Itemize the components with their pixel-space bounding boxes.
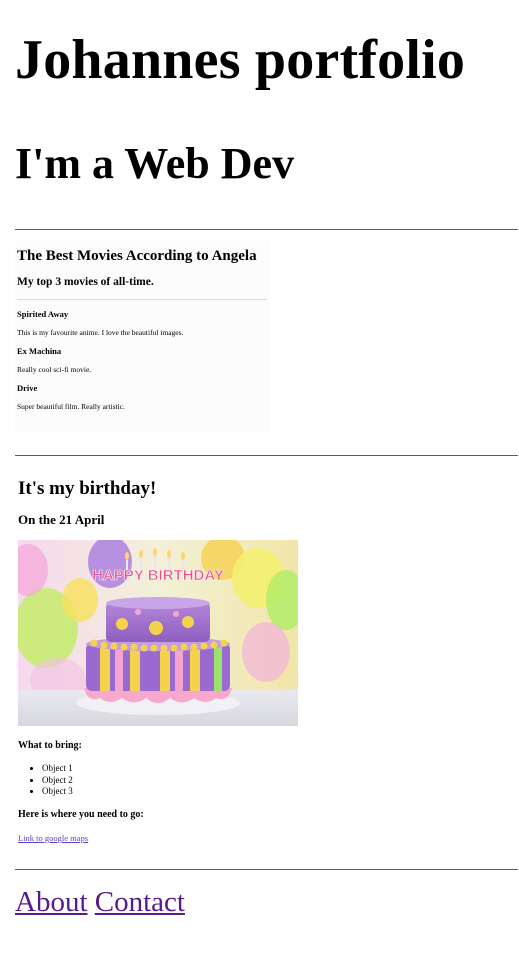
contact-link[interactable]: Contact <box>95 886 185 918</box>
movie-item: Ex Machina Really cool sci-fi movie. <box>17 346 91 374</box>
about-link[interactable]: About <box>15 886 88 918</box>
divider-top <box>15 229 518 230</box>
google-maps-link[interactable]: Link to google maps <box>18 833 88 843</box>
movies-subtitle: My top 3 movies of all-time. <box>17 276 154 288</box>
divider-middle <box>15 455 518 456</box>
birthday-cake-image: HAPPY BIRTHDAY <box>18 540 298 726</box>
birthday-title: It's my birthday! <box>18 478 157 499</box>
movie-item: Spirited Away This is my favourite anime… <box>17 309 183 337</box>
list-item: Object 1 <box>42 763 73 775</box>
footer-nav: About Contact <box>15 886 185 919</box>
birthday-date: On the 21 April <box>18 512 105 527</box>
page-subtitle: I'm a Web Dev <box>15 139 295 188</box>
movies-title: The Best Movies According to Angela <box>17 248 257 264</box>
movie-name: Ex Machina <box>17 346 62 356</box>
list-item: Object 2 <box>42 775 73 787</box>
movie-description: Super beautiful film. Really artistic. <box>17 402 125 411</box>
page: Johannes portfolio I'm a Web Dev The Bes… <box>0 0 519 971</box>
list-item: Object 3 <box>42 786 73 798</box>
movie-description: This is my favourite anime. I love the b… <box>17 328 184 337</box>
where-title: Here is where you need to go: <box>18 809 144 820</box>
movie-item: Drive Super beautiful film. Really artis… <box>17 383 125 411</box>
movies-divider <box>17 299 267 300</box>
movies-embed[interactable]: The Best Movies According to Angela My t… <box>15 241 270 433</box>
bring-list: Object 1 Object 2 Object 3 <box>18 763 73 798</box>
divider-bottom <box>15 869 518 870</box>
movie-description: Really cool sci-fi movie. <box>17 365 92 374</box>
movie-name: Drive <box>17 383 38 393</box>
movie-name: Spirited Away <box>17 309 69 319</box>
bring-title: What to bring: <box>18 740 82 751</box>
page-title: Johannes portfolio <box>15 29 466 91</box>
cake-text: HAPPY BIRTHDAY <box>92 567 224 584</box>
